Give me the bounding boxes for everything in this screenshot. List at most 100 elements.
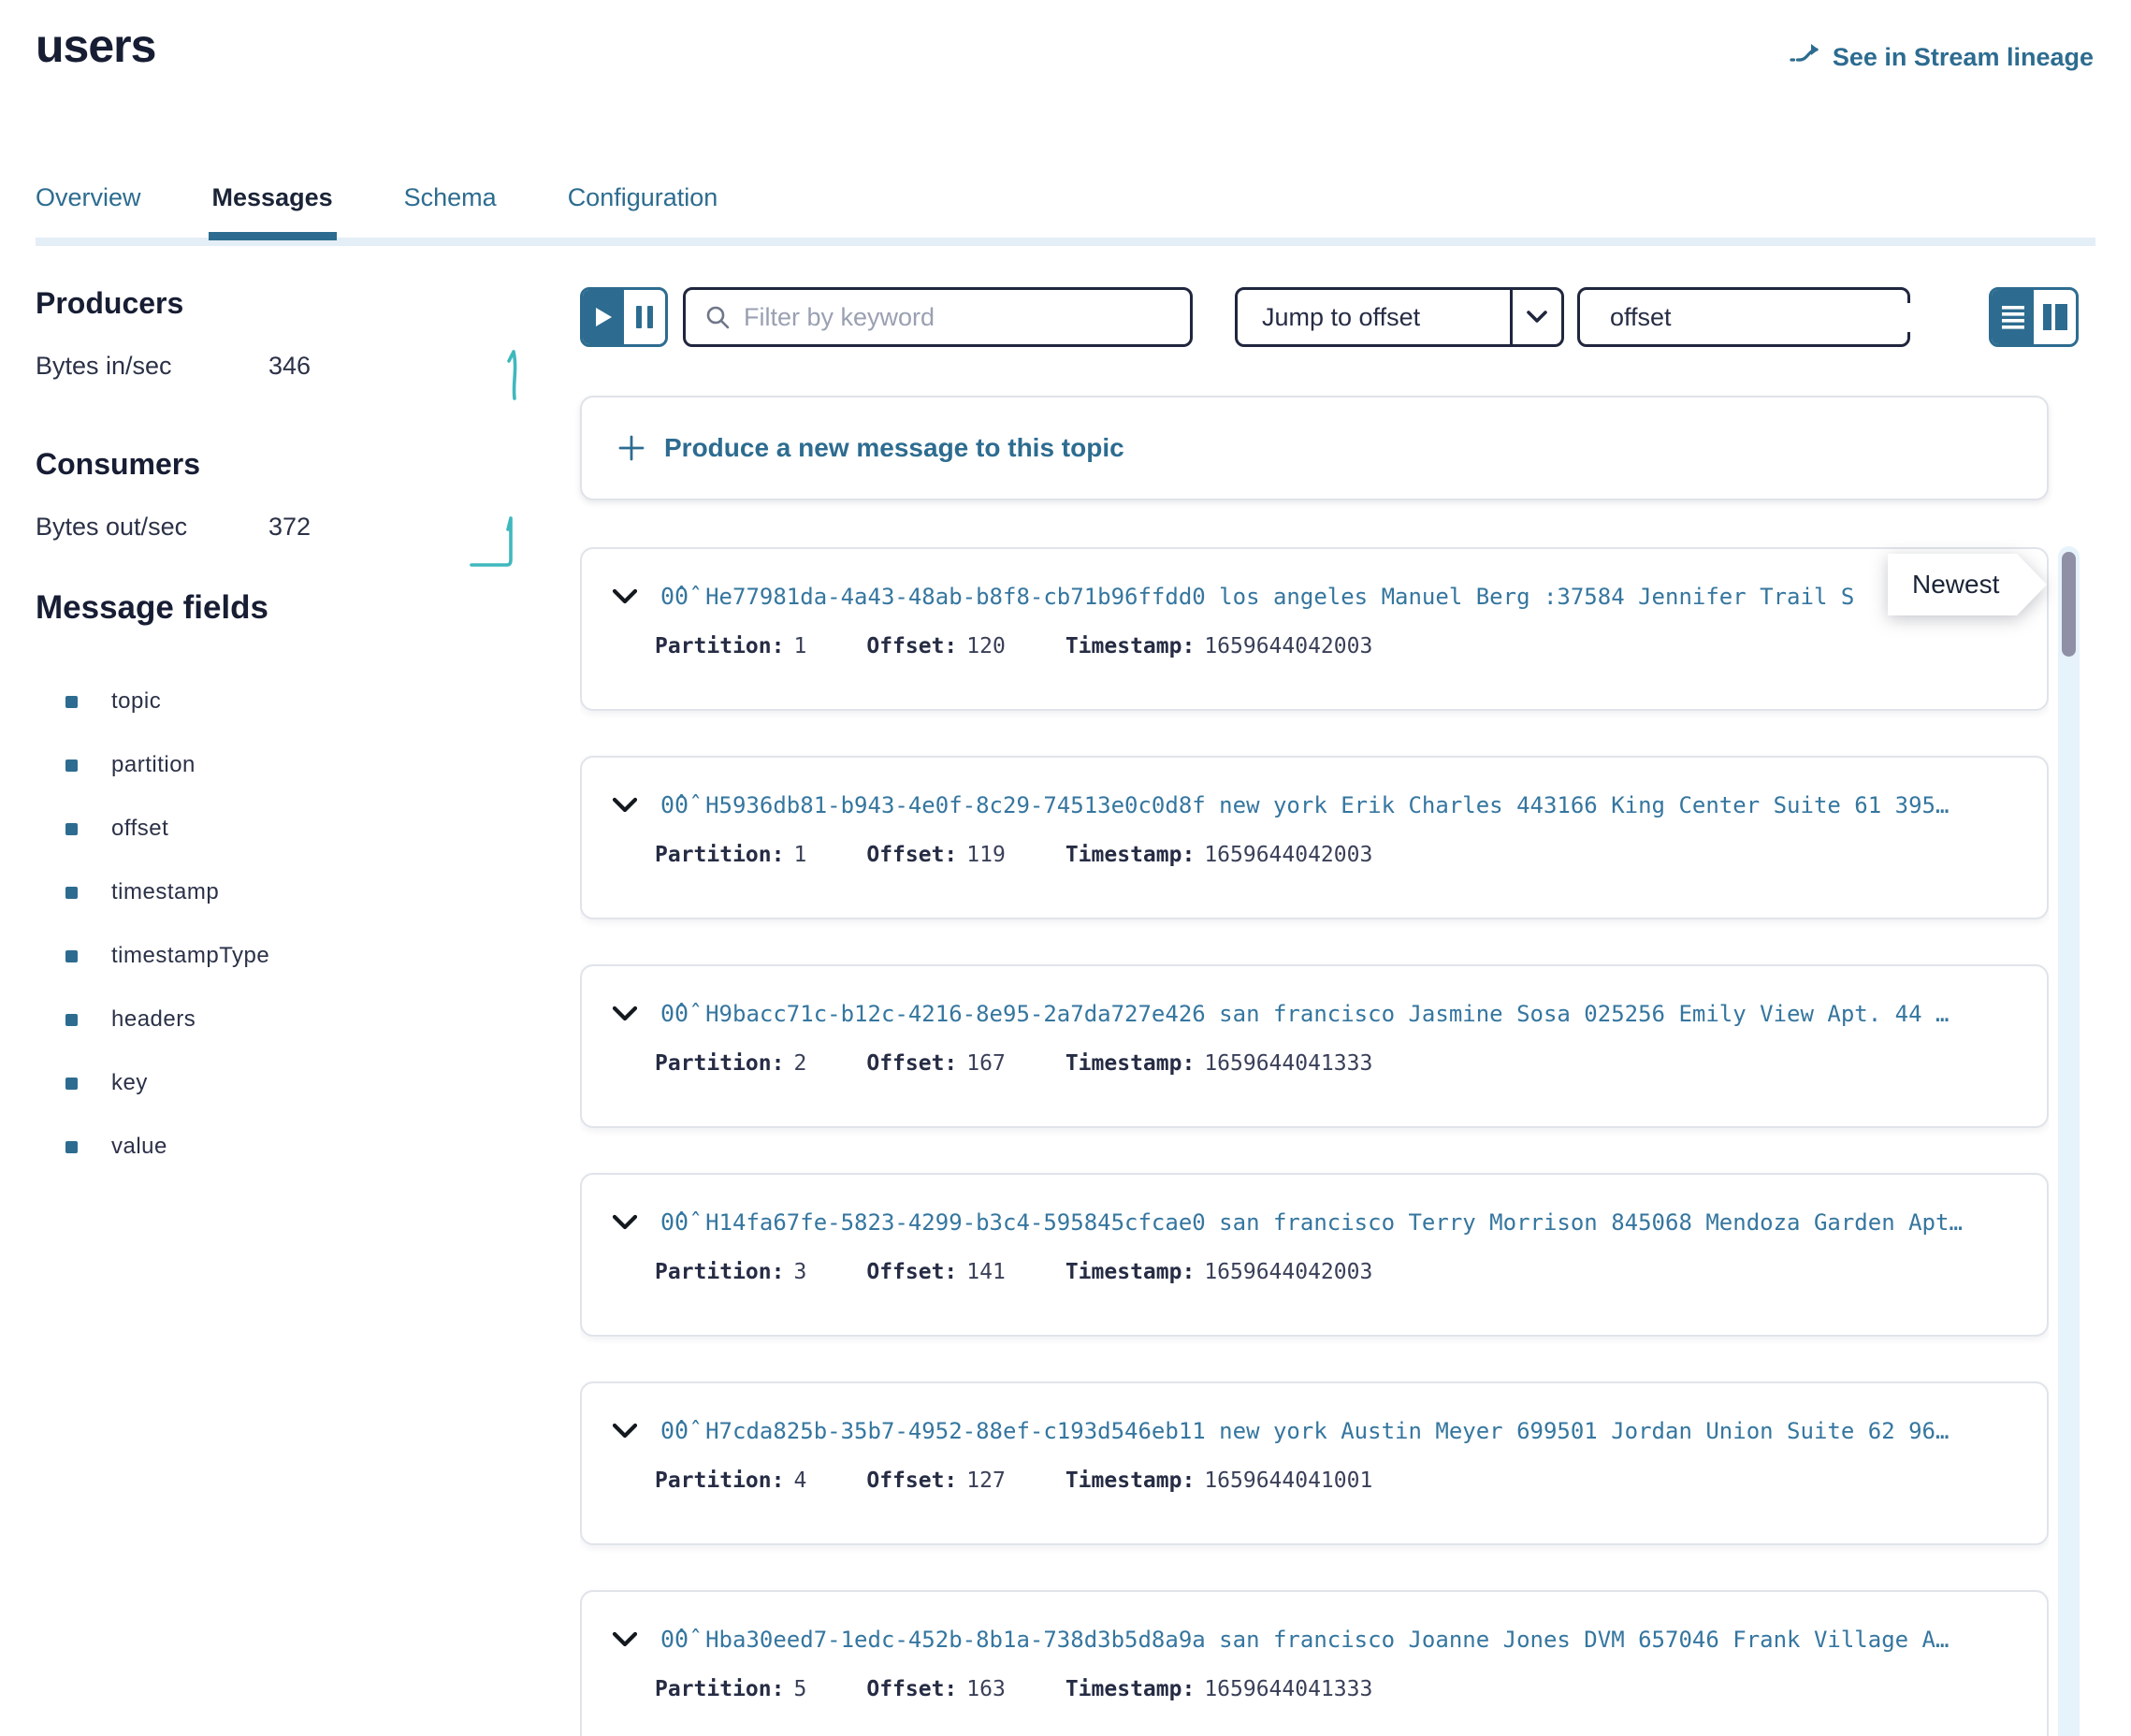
expand-chevron-icon[interactable]: [612, 1214, 638, 1231]
jump-to-offset-value: Jump to offset: [1238, 303, 1510, 332]
message-row[interactable]: 0̂0̂ H9bacc71c-b12c-4216-8e95-2a7da727e4…: [580, 964, 2049, 1128]
offset-meta: Offset:167: [866, 1051, 1005, 1076]
lineage-link-label: See in Stream lineage: [1833, 43, 2094, 72]
tab-item[interactable]: Overview: [36, 183, 141, 240]
message-row[interactable]: 0̂0̂ Hba30eed7-1edc-452b-8b1a-738d3b5d8a…: [580, 1590, 2049, 1736]
bytes-out-value: 372: [268, 513, 311, 542]
field-label: value: [111, 1134, 167, 1160]
bytes-in-value: 346: [268, 352, 311, 381]
producers-heading: Producers: [36, 286, 183, 321]
message-fields-list: topic partition offset timestamp timesta…: [65, 670, 269, 1179]
page-title: users: [36, 19, 155, 73]
scrollbar-thumb[interactable]: [2062, 552, 2076, 657]
jump-to-offset-select[interactable]: Jump to offset: [1235, 287, 1564, 347]
offset-meta: Offset:163: [866, 1677, 1005, 1701]
message-field-item[interactable]: timestampType: [65, 924, 269, 988]
message-row[interactable]: 0̂0̂ He77981da-4a43-48ab-b8f8-cb71b96ffd…: [580, 547, 2049, 711]
message-field-item[interactable]: key: [65, 1051, 269, 1115]
stream-lineage-link[interactable]: See in Stream lineage: [1790, 41, 2094, 74]
timestamp-meta: Timestamp:1659644042003: [1066, 634, 1373, 658]
offset-search: [1577, 287, 1910, 347]
keyword-filter: [683, 287, 1193, 347]
message-field-item[interactable]: offset: [65, 797, 269, 861]
partition-meta: Partition:1: [655, 843, 806, 867]
produce-message-button[interactable]: Produce a new message to this topic: [580, 396, 2049, 500]
key-glyphs: 0̂0̂: [660, 1626, 689, 1653]
message-row[interactable]: 0̂0̂ H14fa67fe-5823-4299-b3c4-595845cfca…: [580, 1173, 2049, 1337]
scrollbar-track[interactable]: [2058, 546, 2080, 1736]
message-key-value-text: H14fa67fe-5823-4299-b3c4-595845cfcae0 sa…: [705, 1209, 2021, 1236]
message-field-item[interactable]: topic: [65, 670, 269, 733]
consumers-heading: Consumers: [36, 447, 200, 482]
field-bullet-icon: [65, 887, 78, 899]
field-label: offset: [111, 816, 168, 842]
topic-messages-page: users See in Stream lineage Overview Mes…: [0, 0, 2131, 1736]
expand-chevron-icon[interactable]: [612, 588, 638, 605]
field-bullet-icon: [65, 1014, 78, 1026]
field-label: headers: [111, 1006, 196, 1033]
tab-item[interactable]: Configuration: [568, 183, 718, 240]
key-glyphs: 0̂0̂: [660, 1417, 689, 1444]
message-key-value-text: Hba30eed7-1edc-452b-8b1a-738d3b5d8a9a sa…: [705, 1627, 2021, 1653]
list-view-icon: [2002, 305, 2024, 329]
newest-badge-wrap: Newest: [1888, 554, 2047, 615]
column-view-button[interactable]: [2034, 290, 2076, 344]
key-glyphs: 0̂0̂: [660, 583, 689, 610]
tab-item[interactable]: Schema: [404, 183, 497, 240]
bytes-out-sparkline: [468, 505, 531, 571]
pause-button[interactable]: [624, 290, 665, 344]
offset-meta: Offset:141: [866, 1260, 1005, 1284]
message-row[interactable]: 0̂0̂ H7cda825b-35b7-4952-88ef-c193d546eb…: [580, 1382, 2049, 1545]
tab-item[interactable]: Messages: [212, 183, 333, 240]
message-key-value-text: H9bacc71c-b12c-4216-8e95-2a7da727e426 sa…: [705, 1001, 2021, 1027]
offset-search-input[interactable]: [1610, 303, 1941, 332]
message-row[interactable]: 0̂0̂ H5936db81-b943-4e0f-8c29-74513e0c0d…: [580, 756, 2049, 919]
field-bullet-icon: [65, 1078, 78, 1090]
field-bullet-icon: [65, 823, 78, 835]
timestamp-meta: Timestamp:1659644041001: [1066, 1468, 1373, 1493]
field-bullet-icon: [65, 760, 78, 772]
tabs-underline: [36, 238, 2095, 246]
view-mode-toggle: [1989, 287, 2079, 347]
timestamp-meta: Timestamp:1659644041333: [1066, 1677, 1373, 1701]
messages-list: 0̂0̂ He77981da-4a43-48ab-b8f8-cb71b96ffd…: [580, 547, 2049, 1736]
timestamp-meta: Timestamp:1659644042003: [1066, 843, 1373, 867]
key-glyphs: 0̂0̂: [660, 1000, 689, 1027]
field-label: topic: [111, 688, 161, 715]
play-button[interactable]: [583, 290, 624, 344]
partition-meta: Partition:2: [655, 1051, 806, 1076]
message-field-item[interactable]: headers: [65, 988, 269, 1051]
bytes-in-label: Bytes in/sec: [36, 352, 172, 381]
message-field-item[interactable]: value: [65, 1115, 269, 1179]
key-glyphs: 0̂0̂: [660, 1208, 689, 1236]
partition-meta: Partition:5: [655, 1677, 806, 1701]
tab-bar: Overview Messages Schema Configuration: [36, 183, 718, 240]
field-label: timestampType: [111, 943, 269, 969]
field-bullet-icon: [65, 950, 78, 962]
expand-chevron-icon[interactable]: [612, 1631, 638, 1648]
list-view-button[interactable]: [1992, 290, 2034, 344]
timestamp-meta: Timestamp:1659644042003: [1066, 1260, 1373, 1284]
field-label: key: [111, 1070, 148, 1096]
partition-meta: Partition:1: [655, 634, 806, 658]
expand-chevron-icon[interactable]: [612, 1423, 638, 1439]
field-bullet-icon: [65, 1141, 78, 1153]
expand-chevron-icon[interactable]: [612, 1005, 638, 1022]
expand-chevron-icon[interactable]: [612, 797, 638, 814]
plus-icon: [617, 434, 645, 462]
message-field-item[interactable]: timestamp: [65, 861, 269, 924]
message-key-value-text: He77981da-4a43-48ab-b8f8-cb71b96ffdd0 lo…: [705, 584, 2021, 610]
lineage-arrow-icon: [1790, 41, 1823, 74]
bytes-out-label: Bytes out/sec: [36, 513, 187, 542]
message-fields-heading: Message fields: [36, 589, 268, 627]
message-field-item[interactable]: partition: [65, 733, 269, 797]
pause-icon: [636, 306, 653, 328]
message-key-value-text: H7cda825b-35b7-4952-88ef-c193d546eb11 ne…: [705, 1418, 2021, 1444]
filter-keyword-input[interactable]: [744, 303, 1171, 332]
partition-meta: Partition:4: [655, 1468, 806, 1493]
newest-badge: Newest: [1888, 554, 2047, 615]
field-bullet-icon: [65, 696, 78, 708]
produce-message-label: Produce a new message to this topic: [664, 433, 1124, 463]
timestamp-meta: Timestamp:1659644041333: [1066, 1051, 1373, 1076]
field-label: timestamp: [111, 879, 219, 905]
